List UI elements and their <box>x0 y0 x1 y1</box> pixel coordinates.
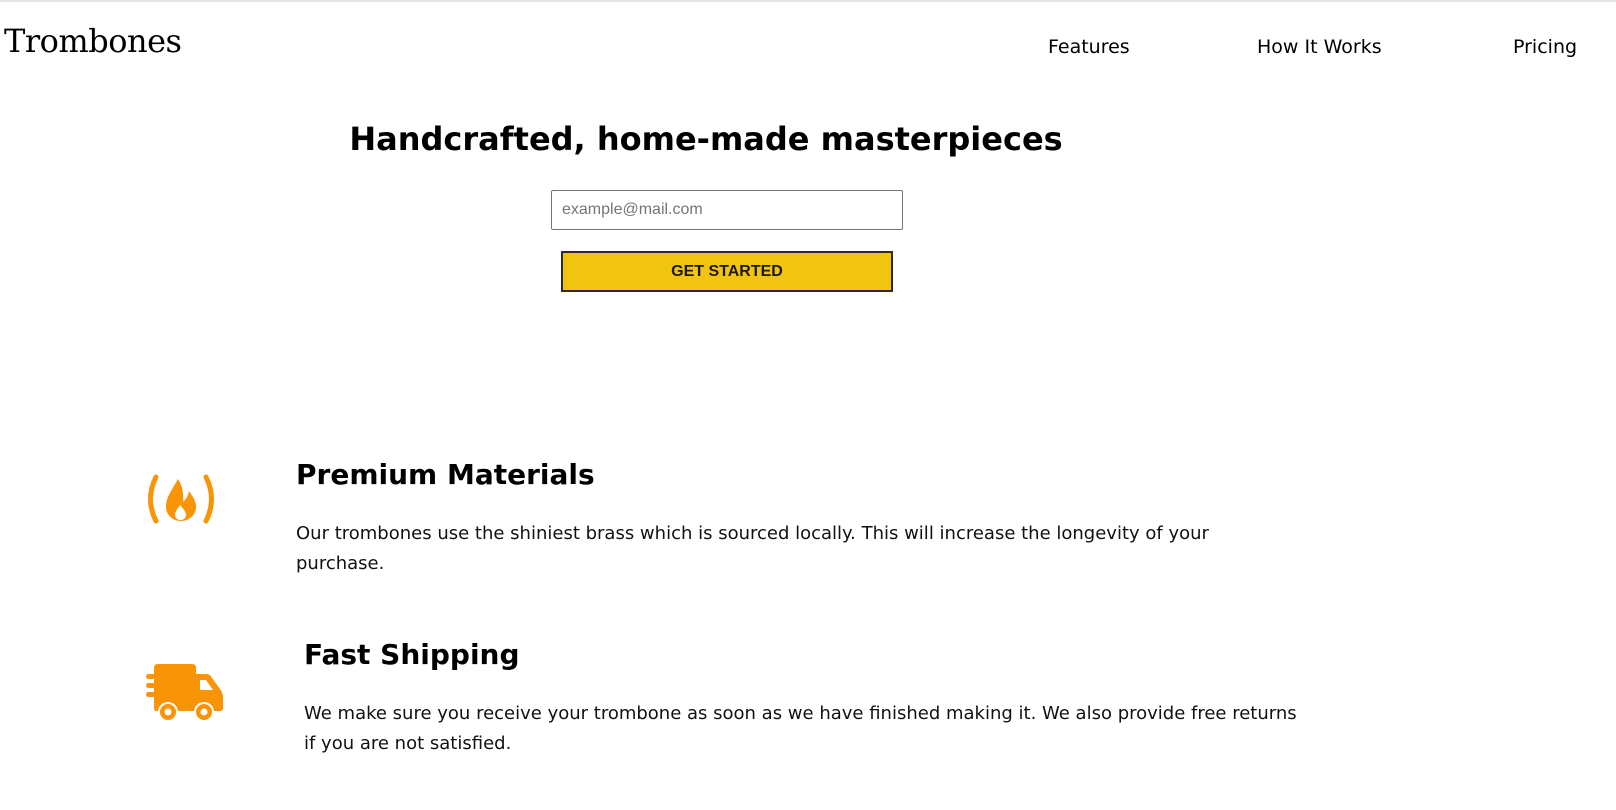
get-started-button[interactable]: GET STARTED <box>561 251 893 292</box>
shipping-truck-icon <box>146 664 223 722</box>
feature-title: Fast Shipping <box>304 638 520 671</box>
fire-icon <box>148 474 214 524</box>
site-logo[interactable]: Trombones <box>4 22 182 60</box>
email-input[interactable] <box>551 190 903 230</box>
nav-link-features[interactable]: Features <box>1048 36 1130 58</box>
feature-title: Premium Materials <box>296 458 595 491</box>
nav-link-pricing[interactable]: Pricing <box>1513 36 1577 58</box>
feature-description: We make sure you receive your trombone a… <box>304 703 1297 754</box>
feature-description: Our trombones use the shiniest brass whi… <box>296 523 1209 574</box>
hero-title: Handcrafted, home-made masterpieces <box>349 120 1063 158</box>
nav-link-how-it-works[interactable]: How It Works <box>1257 36 1382 58</box>
top-border <box>0 0 1616 2</box>
